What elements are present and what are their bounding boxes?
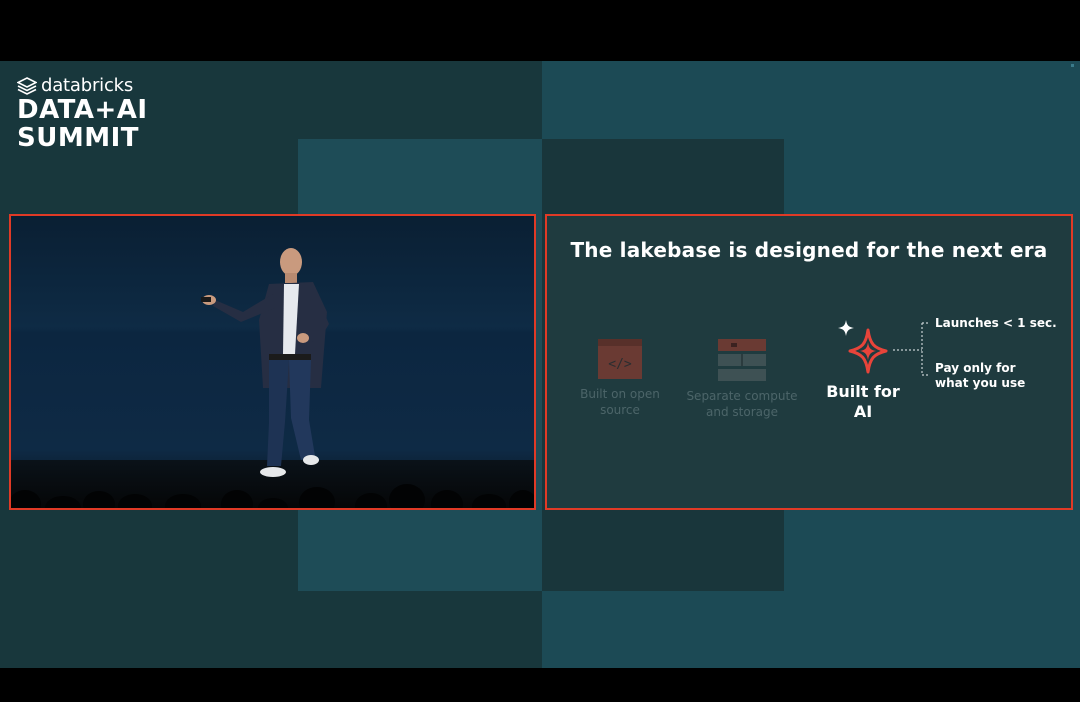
pillar-compute-storage: Separate compute and storage (679, 338, 805, 420)
sparkle-icon (838, 320, 888, 374)
code-window-icon: </> (598, 339, 642, 379)
brand-name: databricks (41, 75, 134, 96)
compute-storage-icon (718, 339, 766, 381)
event-title-line2: SUMMIT (17, 123, 139, 153)
event-logo: databricks DATA+AI SUMMIT (17, 76, 148, 152)
speaker-figure (201, 248, 329, 477)
speaker-video-feed (9, 214, 536, 510)
pillar-open-source: </> Built on open source (573, 338, 667, 418)
slide-title: The lakebase is designed for the next er… (570, 238, 1048, 262)
bullet-pricing: Pay only for what you use (935, 361, 1026, 390)
presentation-stage: databricks DATA+AI SUMMIT The lakebase i… (0, 61, 1080, 668)
audience-silhouettes (11, 484, 534, 508)
bullet-launch-time: Launches < 1 sec. (935, 316, 1057, 330)
pillar-built-for-ai: Built for AI (823, 318, 903, 422)
pillar-label: Built for AI (826, 382, 900, 421)
svg-text:</>: </> (608, 357, 632, 372)
corner-marker (1071, 64, 1074, 67)
pillar-label: Separate compute and storage (686, 389, 798, 419)
pillar-label: Built on open source (580, 387, 660, 417)
event-title-line1: DATA+AI (17, 95, 148, 125)
presentation-slide: The lakebase is designed for the next er… (545, 214, 1073, 510)
databricks-logo-icon (17, 77, 37, 95)
